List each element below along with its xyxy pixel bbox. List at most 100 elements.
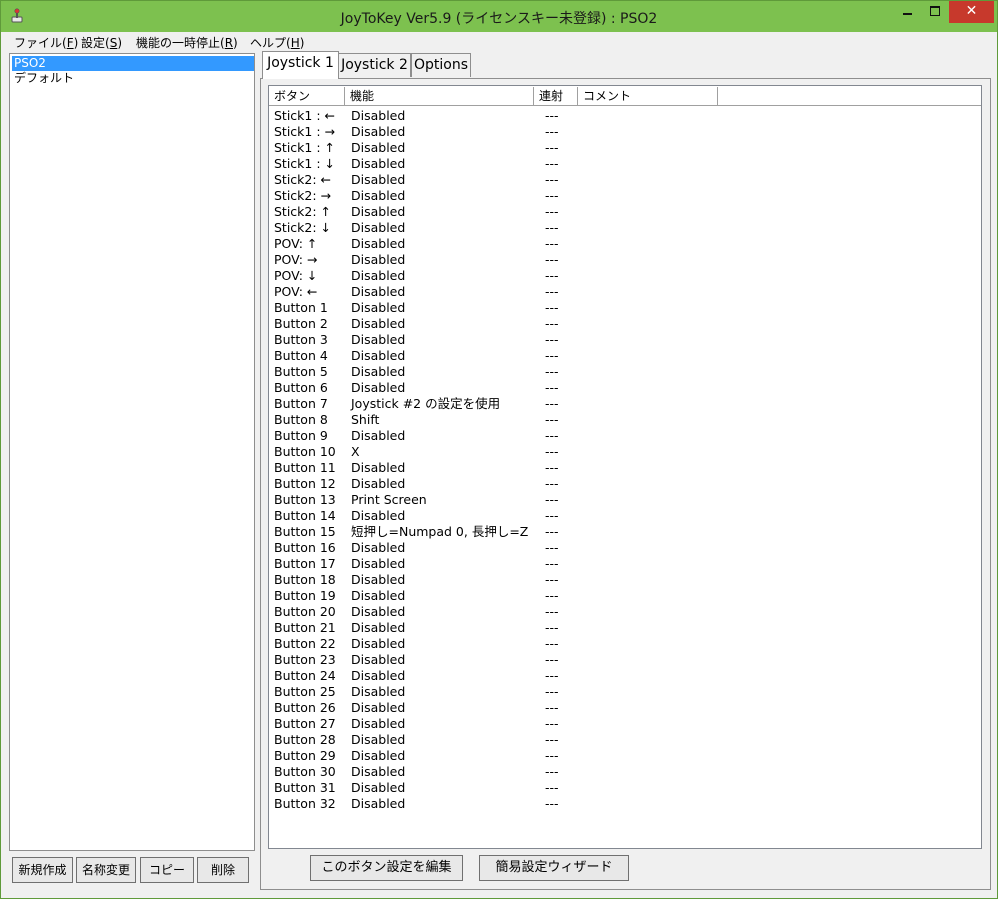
table-row[interactable]: Button 24 Disabled --- <box>269 668 981 684</box>
table-row[interactable]: Button 20 Disabled --- <box>269 604 981 620</box>
table-row[interactable]: Button 32 Disabled --- <box>269 796 981 812</box>
row-button-cell: Button 1 <box>274 300 328 315</box>
table-row[interactable]: Button 28 Disabled --- <box>269 732 981 748</box>
table-row[interactable]: Stick2: → Disabled --- <box>269 188 981 204</box>
minimize-button[interactable] <box>894 1 920 23</box>
table-row[interactable]: Button 1 Disabled --- <box>269 300 981 316</box>
profile-list[interactable]: PSO2 デフォルト <box>9 53 255 851</box>
table-row[interactable]: Button 14 Disabled --- <box>269 508 981 524</box>
row-rapid-cell: --- <box>545 380 559 395</box>
table-row[interactable]: Stick1 : ↑ Disabled --- <box>269 140 981 156</box>
new-profile-button[interactable]: 新規作成 <box>12 857 73 883</box>
row-function-cell: Disabled <box>351 220 406 235</box>
table-row[interactable]: Button 7 Joystick #2 の設定を使用 --- <box>269 396 981 412</box>
row-function-cell: Disabled <box>351 572 406 587</box>
column-header-function[interactable]: 機能 <box>345 87 534 105</box>
profile-item-pso2[interactable]: PSO2 <box>12 56 254 71</box>
row-rapid-cell: --- <box>545 444 559 459</box>
table-row[interactable]: Button 6 Disabled --- <box>269 380 981 396</box>
row-rapid-cell: --- <box>545 412 559 427</box>
tab-joystick-2[interactable]: Joystick 2 <box>338 53 411 77</box>
table-row[interactable]: Button 12 Disabled --- <box>269 476 981 492</box>
table-row[interactable]: Stick1 : → Disabled --- <box>269 124 981 140</box>
row-rapid-cell: --- <box>545 220 559 235</box>
row-button-cell: POV: ↑ <box>274 236 318 251</box>
list-header: ボタン 機能 連射 コメント <box>269 86 981 106</box>
edit-button-setting-button[interactable]: このボタン設定を編集 <box>310 855 463 881</box>
menu-file[interactable]: ファイル(F) <box>14 34 78 51</box>
row-function-cell: Disabled <box>351 300 406 315</box>
copy-profile-button[interactable]: コピー <box>140 857 194 883</box>
row-function-cell: Disabled <box>351 172 406 187</box>
title-bar[interactable]: JoyToKey Ver5.9 (ライセンスキー未登録) : PSO2 ✕ <box>1 1 997 32</box>
table-row[interactable]: Button 4 Disabled --- <box>269 348 981 364</box>
table-row[interactable]: Button 3 Disabled --- <box>269 332 981 348</box>
row-rapid-cell: --- <box>545 156 559 171</box>
menu-pause[interactable]: 機能の一時停止(R) <box>136 34 238 51</box>
minimize-icon <box>902 12 912 15</box>
column-header-rapid[interactable]: 連射 <box>534 87 578 105</box>
table-row[interactable]: Button 10 X --- <box>269 444 981 460</box>
row-function-cell: Disabled <box>351 604 406 619</box>
table-row[interactable]: Button 30 Disabled --- <box>269 764 981 780</box>
table-row[interactable]: Button 11 Disabled --- <box>269 460 981 476</box>
window-title: JoyToKey Ver5.9 (ライセンスキー未登録) : PSO2 <box>340 11 658 27</box>
table-row[interactable]: Stick1 : ↓ Disabled --- <box>269 156 981 172</box>
menu-help[interactable]: ヘルプ(H) <box>250 34 304 51</box>
row-function-cell: Disabled <box>351 732 406 747</box>
table-row[interactable]: Button 19 Disabled --- <box>269 588 981 604</box>
menu-file-tail: ) <box>73 36 79 50</box>
table-row[interactable]: Stick1 : ← Disabled --- <box>269 108 981 124</box>
column-header-comment[interactable]: コメント <box>578 87 718 105</box>
delete-profile-button[interactable]: 削除 <box>197 857 249 883</box>
row-button-cell: POV: ↓ <box>274 268 318 283</box>
row-rapid-cell: --- <box>545 108 559 123</box>
column-header-button[interactable]: ボタン <box>269 87 345 105</box>
table-row[interactable]: Button 23 Disabled --- <box>269 652 981 668</box>
table-row[interactable]: Button 27 Disabled --- <box>269 716 981 732</box>
row-button-cell: Button 13 <box>274 492 336 507</box>
table-row[interactable]: POV: → Disabled --- <box>269 252 981 268</box>
row-rapid-cell: --- <box>545 700 559 715</box>
table-row[interactable]: Stick2: ↑ Disabled --- <box>269 204 981 220</box>
table-row[interactable]: Button 13 Print Screen --- <box>269 492 981 508</box>
menu-help-label: ヘルプ( <box>250 36 291 50</box>
table-row[interactable]: Button 5 Disabled --- <box>269 364 981 380</box>
row-rapid-cell: --- <box>545 476 559 491</box>
table-row[interactable]: Button 26 Disabled --- <box>269 700 981 716</box>
rename-profile-button[interactable]: 名称変更 <box>76 857 136 883</box>
row-function-cell: Disabled <box>351 236 406 251</box>
table-row[interactable]: Button 22 Disabled --- <box>269 636 981 652</box>
row-function-cell: Disabled <box>351 108 406 123</box>
table-row[interactable]: Stick2: ↓ Disabled --- <box>269 220 981 236</box>
table-row[interactable]: Button 15 短押し=Numpad 0, 長押し=Z --- <box>269 524 981 540</box>
tab-options[interactable]: Options <box>411 53 471 77</box>
menu-settings[interactable]: 設定(S) <box>81 34 122 51</box>
profile-item-default[interactable]: デフォルト <box>12 71 254 86</box>
menu-pause-tail: ) <box>233 36 238 50</box>
table-row[interactable]: Button 2 Disabled --- <box>269 316 981 332</box>
table-row[interactable]: Button 25 Disabled --- <box>269 684 981 700</box>
menu-help-tail: ) <box>299 36 305 50</box>
table-row[interactable]: POV: ↓ Disabled --- <box>269 268 981 284</box>
table-row[interactable]: Button 21 Disabled --- <box>269 620 981 636</box>
setup-wizard-button[interactable]: 簡易設定ウィザード <box>479 855 629 881</box>
tab-joystick-1[interactable]: Joystick 1 <box>262 51 339 79</box>
table-row[interactable]: Button 9 Disabled --- <box>269 428 981 444</box>
table-row[interactable]: Stick2: ← Disabled --- <box>269 172 981 188</box>
table-row[interactable]: Button 18 Disabled --- <box>269 572 981 588</box>
table-row[interactable]: Button 29 Disabled --- <box>269 748 981 764</box>
table-row[interactable]: POV: ← Disabled --- <box>269 284 981 300</box>
row-function-cell: Disabled <box>351 460 406 475</box>
table-row[interactable]: POV: ↑ Disabled --- <box>269 236 981 252</box>
close-button[interactable]: ✕ <box>949 1 994 23</box>
button-assignment-list[interactable]: ボタン 機能 連射 コメント Stick1 : ← Disabled --- Stic… <box>268 85 982 849</box>
row-button-cell: Button 20 <box>274 604 336 619</box>
menu-file-label: ファイル( <box>14 36 67 50</box>
table-row[interactable]: Button 17 Disabled --- <box>269 556 981 572</box>
row-function-cell: Joystick #2 の設定を使用 <box>351 396 501 411</box>
table-row[interactable]: Button 16 Disabled --- <box>269 540 981 556</box>
table-row[interactable]: Button 8 Shift --- <box>269 412 981 428</box>
maximize-button[interactable] <box>922 1 948 23</box>
table-row[interactable]: Button 31 Disabled --- <box>269 780 981 796</box>
